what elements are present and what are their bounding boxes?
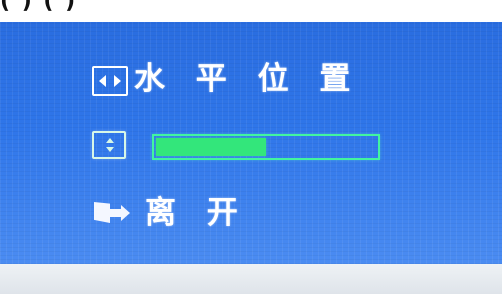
horizontal-position-icon <box>92 66 128 96</box>
exit-label: 离 开 <box>145 195 248 231</box>
left-arrow-icon <box>99 75 106 87</box>
horizontal-position-slider[interactable] <box>152 134 380 160</box>
exit-arrow-icon <box>110 205 130 221</box>
horizontal-position-label: 水 平 位 置 <box>134 61 361 97</box>
partial-top-text: ( ) ( ) <box>0 0 78 14</box>
top-edge: ( ) ( ) <box>0 0 502 22</box>
monitor-osd-screen: ( ) ( ) 水 平 位 置 离 开 <box>0 0 502 294</box>
bottom-bezel-strip <box>0 264 502 294</box>
up-down-adjust-icon <box>92 131 126 159</box>
slider-fill <box>156 138 266 156</box>
exit-icon <box>92 197 130 229</box>
up-arrow-icon <box>106 138 114 143</box>
down-arrow-icon <box>106 147 114 152</box>
right-arrow-icon <box>114 75 121 87</box>
door-icon <box>94 202 110 223</box>
